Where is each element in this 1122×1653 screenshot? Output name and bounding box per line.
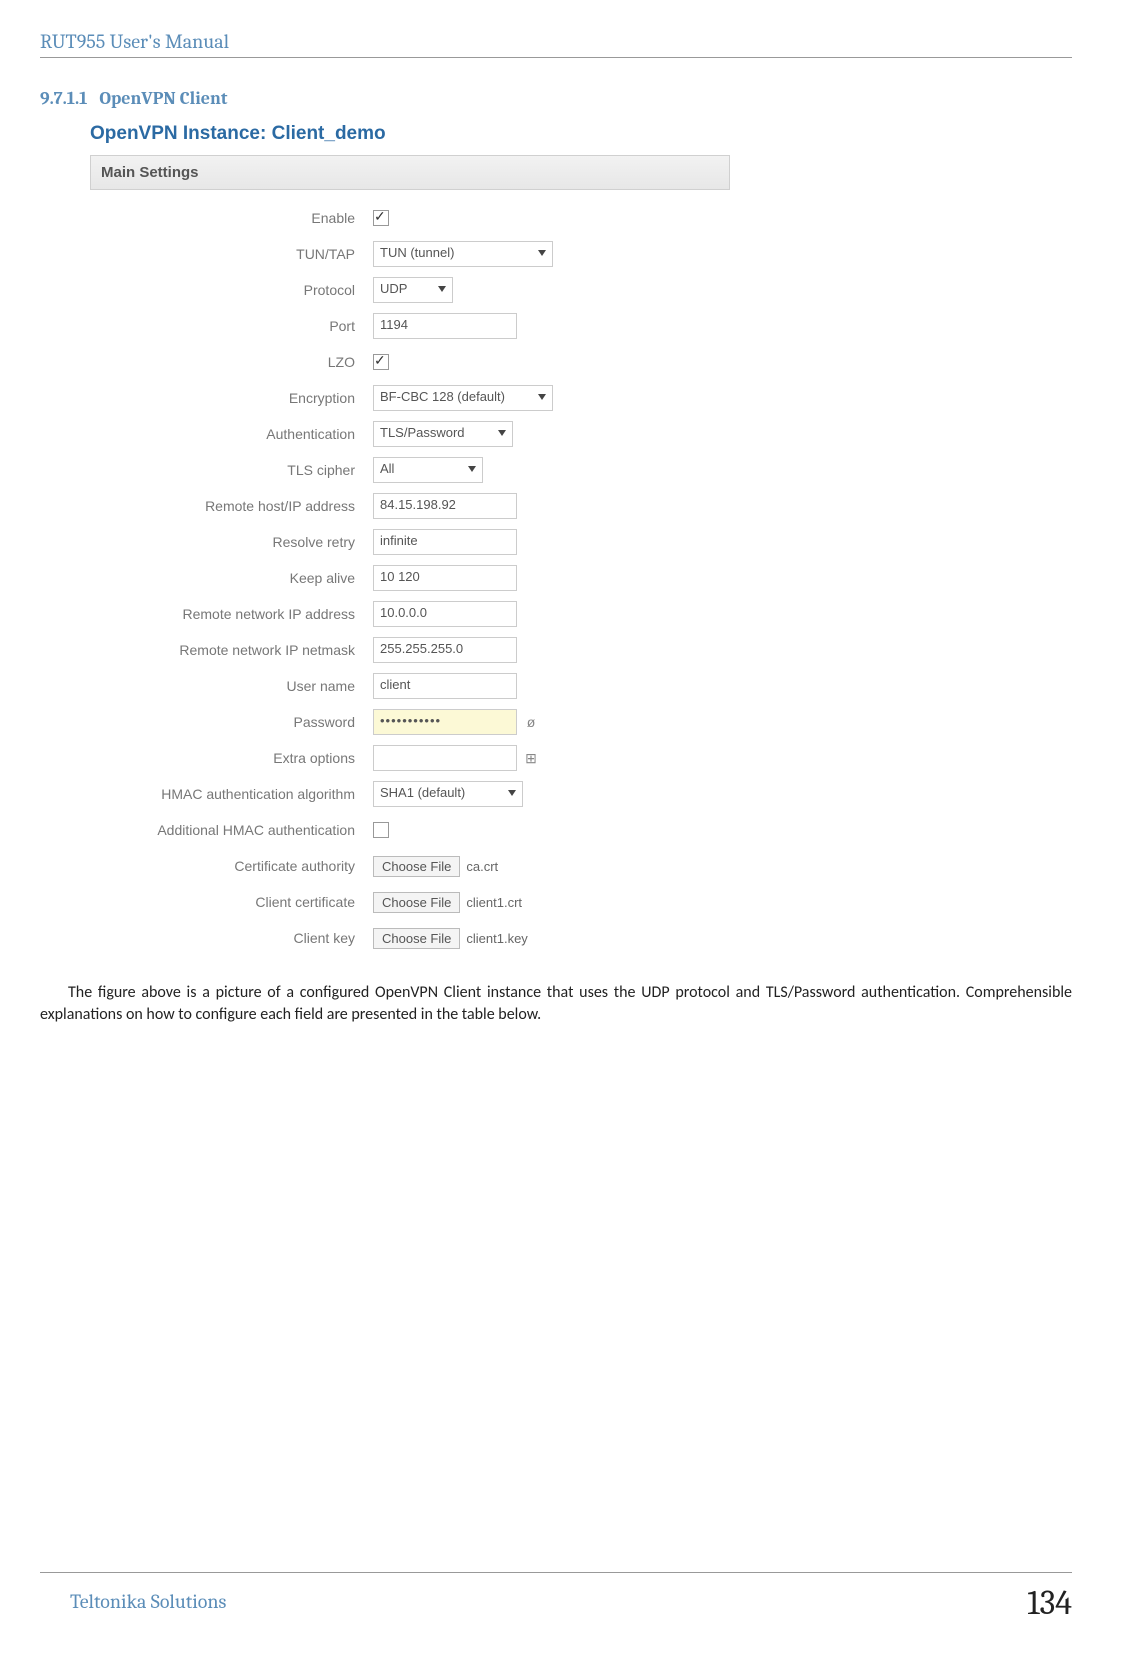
body-paragraph: The figure above is a picture of a confi… (40, 982, 1072, 1027)
label-ca: Certificate authority (90, 858, 373, 874)
section-title: OpenVPN Client (99, 88, 227, 109)
remote-net-mask-input[interactable]: 255.255.255.0 (373, 637, 517, 663)
lzo-checkbox[interactable] (373, 354, 389, 370)
section-number: 9.7.1.1 (40, 88, 87, 109)
auth-select[interactable]: TLS/Password (373, 421, 513, 447)
label-keep-alive: Keep alive (90, 570, 373, 586)
label-remote-host: Remote host/IP address (90, 498, 373, 514)
hmac-alg-select[interactable]: SHA1 (default) (373, 781, 523, 807)
chevron-down-icon (468, 466, 476, 472)
screenshot-title: OpenVPN Instance: Client_demo (90, 119, 730, 155)
tuntap-select[interactable]: TUN (tunnel) (373, 241, 553, 267)
chevron-down-icon (498, 430, 506, 436)
choose-file-ca-button[interactable]: Choose File (373, 856, 460, 877)
label-username: User name (90, 678, 373, 694)
remote-host-input[interactable]: 84.15.198.92 (373, 493, 517, 519)
label-extra: Extra options (90, 750, 373, 766)
label-resolve-retry: Resolve retry (90, 534, 373, 550)
label-port: Port (90, 318, 373, 334)
label-protocol: Protocol (90, 282, 373, 298)
enable-checkbox[interactable] (373, 210, 389, 226)
add-icon[interactable]: ⊞ (523, 750, 539, 766)
port-input[interactable]: 1194 (373, 313, 517, 339)
label-client-key: Client key (90, 930, 373, 946)
footer-left: Teltonika Solutions (70, 1590, 226, 1613)
header-divider (40, 57, 1072, 58)
chevron-down-icon (508, 790, 516, 796)
add-hmac-checkbox[interactable] (373, 822, 389, 838)
section-heading: 9.7.1.1 OpenVPN Client (40, 88, 1072, 109)
choose-file-cert-button[interactable]: Choose File (373, 892, 460, 913)
screenshot-block: OpenVPN Instance: Client_demo Main Setti… (90, 119, 730, 956)
label-tuntap: TUN/TAP (90, 246, 373, 262)
label-lzo: LZO (90, 354, 373, 370)
chevron-down-icon (438, 286, 446, 292)
tuntap-value: TUN (tunnel) (380, 245, 454, 260)
protocol-value: UDP (380, 281, 407, 296)
label-enable: Enable (90, 210, 373, 226)
label-add-hmac: Additional HMAC authentication (90, 822, 373, 838)
client-key-filename: client1.key (466, 931, 527, 946)
extra-options-input[interactable] (373, 745, 517, 771)
choose-file-key-button[interactable]: Choose File (373, 928, 460, 949)
label-remote-net-ip: Remote network IP address (90, 606, 373, 622)
client-cert-filename: client1.crt (466, 895, 522, 910)
reveal-password-icon[interactable]: ø (523, 714, 539, 730)
remote-net-ip-input[interactable]: 10.0.0.0 (373, 601, 517, 627)
hmac-alg-value: SHA1 (default) (380, 785, 465, 800)
label-password: Password (90, 714, 373, 730)
ca-filename: ca.crt (466, 859, 498, 874)
label-client-cert: Client certificate (90, 894, 373, 910)
doc-header: RUT955 User's Manual (40, 30, 1072, 53)
resolve-retry-input[interactable]: infinite (373, 529, 517, 555)
keep-alive-input[interactable]: 10 120 (373, 565, 517, 591)
settings-form: Enable TUN/TAP TUN (tunnel) Protocol UDP… (90, 190, 730, 956)
label-remote-net-mask: Remote network IP netmask (90, 642, 373, 658)
auth-value: TLS/Password (380, 425, 465, 440)
panel-header: Main Settings (90, 155, 730, 190)
footer-divider (40, 1572, 1072, 1573)
password-input[interactable]: ••••••••••• (373, 709, 517, 735)
tls-cipher-value: All (380, 461, 394, 476)
label-tls-cipher: TLS cipher (90, 462, 373, 478)
page-number: 134 (1027, 1583, 1072, 1623)
username-input[interactable]: client (373, 673, 517, 699)
chevron-down-icon (538, 250, 546, 256)
encryption-select[interactable]: BF-CBC 128 (default) (373, 385, 553, 411)
label-encryption: Encryption (90, 390, 373, 406)
encryption-value: BF-CBC 128 (default) (380, 389, 505, 404)
tls-cipher-select[interactable]: All (373, 457, 483, 483)
chevron-down-icon (538, 394, 546, 400)
label-auth: Authentication (90, 426, 373, 442)
protocol-select[interactable]: UDP (373, 277, 453, 303)
label-hmac-alg: HMAC authentication algorithm (90, 786, 373, 802)
